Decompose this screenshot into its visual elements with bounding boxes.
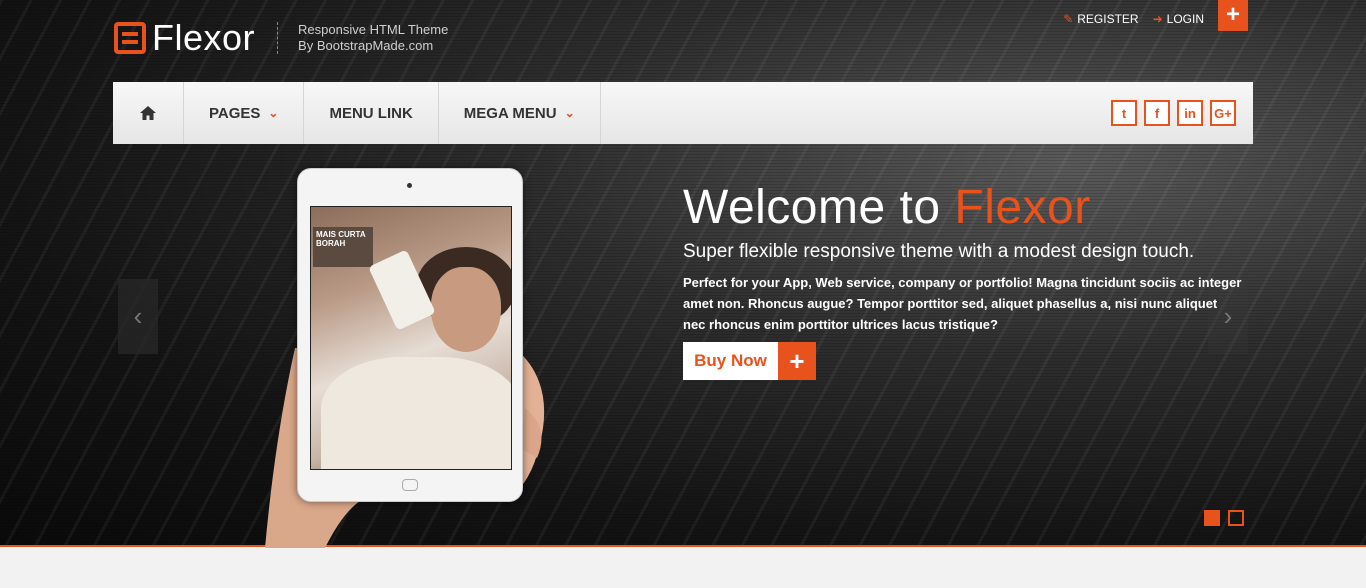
logo-divider [277,22,279,54]
logo-tagline: Responsive HTML Theme By BootstrapMade.c… [298,22,448,54]
slider-prev-button[interactable]: ‹ [118,279,158,354]
face-shape [431,267,501,352]
hero-title: Welcome to Flexor [683,180,1091,235]
shirt-shape [321,357,511,469]
nav-item-label: MENU LINK [329,104,413,122]
screen-sign: MAIS CURTA BORAH [313,227,373,267]
site-logo[interactable]: Flexor Responsive HTML Theme By Bootstra… [114,17,448,59]
chevron-down-icon: ⌄ [564,106,575,120]
buy-now-label: Buy Now [683,342,778,380]
register-label: REGISTER [1077,12,1139,26]
sign-in-icon: ➜ [1152,12,1163,26]
chevron-down-icon: ⌄ [268,106,279,120]
main-nav: PAGES ⌄ MENU LINK MEGA MENU ⌄ t f in G+ [113,82,1253,144]
edit-icon: ✎ [1063,12,1074,26]
logo-text: Flexor [152,17,256,58]
hero-title-prefix: Welcome to [683,181,955,234]
plus-icon: + [778,342,816,380]
buy-now-button[interactable]: Buy Now + [683,342,816,380]
tablet-home-button [402,479,418,491]
home-icon [140,106,156,120]
tagline-line1: Responsive HTML Theme [298,22,449,37]
nav-item-label: MEGA MENU [463,104,557,122]
nav-item-label: PAGES [209,104,261,122]
slider-dot-2[interactable] [1228,510,1244,526]
tablet-screen: MAIS CURTA BORAH [310,206,512,470]
slider-dot-1[interactable] [1204,510,1220,526]
nav-home[interactable] [113,82,184,144]
nav-item-mega-menu[interactable]: MEGA MENU ⌄ [439,82,601,144]
login-label: LOGIN [1166,12,1204,26]
nav-item-pages[interactable]: PAGES ⌄ [184,82,305,144]
tablet-device: MAIS CURTA BORAH [297,168,523,502]
google-plus-icon[interactable]: G+ [1210,100,1236,126]
nav-item-menu-link[interactable]: MENU LINK [304,82,439,144]
top-plus-button[interactable]: + [1218,0,1248,31]
hero-title-accent: Flexor [954,181,1091,234]
register-link[interactable]: ✎ REGISTER [1063,12,1138,26]
hero-tablet-image: MAIS CURTA BORAH [265,168,555,548]
facebook-icon[interactable]: f [1144,100,1170,126]
logo-mark-icon [114,22,146,54]
hero-subtitle: Super flexible responsive theme with a m… [683,241,1195,262]
plus-icon: + [1225,1,1240,28]
chevron-left-icon: ‹ [133,301,143,331]
linkedin-icon[interactable]: in [1177,100,1203,126]
tablet-camera [407,183,412,188]
social-links: t f in G+ [1111,100,1236,126]
content-area [0,547,1366,588]
top-links: ✎ REGISTER ➜ LOGIN [1063,12,1204,26]
login-link[interactable]: ➜ LOGIN [1153,12,1204,26]
tagline-line2: By BootstrapMade.com [298,38,434,53]
twitter-icon[interactable]: t [1111,100,1137,126]
hero-body: Perfect for your App, Web service, compa… [683,275,1242,332]
slider-dots [1204,510,1244,526]
